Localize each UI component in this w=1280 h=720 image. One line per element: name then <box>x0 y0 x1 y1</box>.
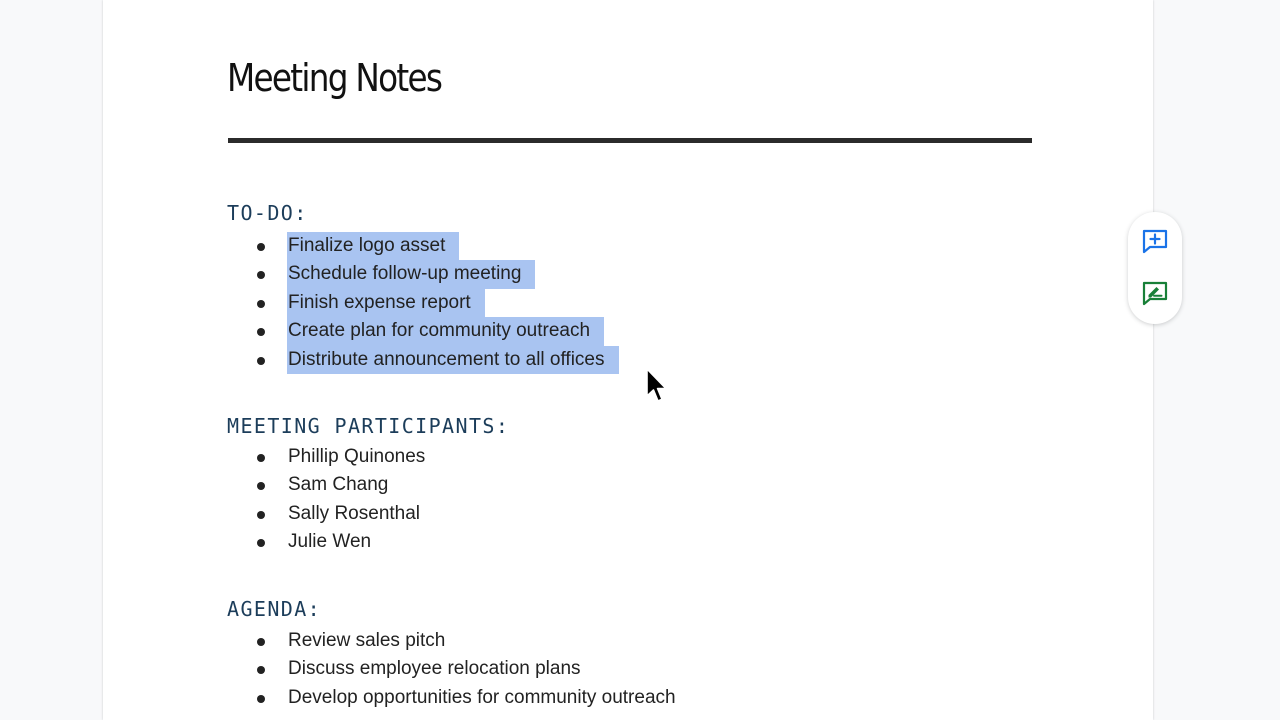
horizontal-rule <box>228 138 1032 143</box>
document-title[interactable]: Meeting Notes <box>227 56 443 100</box>
add-comment-icon <box>1142 229 1168 254</box>
bullet-icon <box>257 539 265 548</box>
bullet-icon <box>257 271 265 280</box>
suggest-edits-icon <box>1142 281 1168 306</box>
mouse-cursor-icon <box>646 368 667 402</box>
bullet-icon <box>257 510 265 519</box>
document-page[interactable]: Meeting Notes TO-DO: Finalize logo asset… <box>103 0 1153 720</box>
side-actions-panel <box>1128 212 1182 324</box>
bullet-icon <box>257 356 265 365</box>
add-comment-button[interactable] <box>1141 227 1169 255</box>
suggest-edits-button[interactable] <box>1141 279 1169 307</box>
bullet-icon <box>257 482 265 491</box>
bullet-icon <box>257 694 265 703</box>
agenda-heading[interactable]: AGENDA: <box>227 597 321 621</box>
bullet-icon <box>257 454 265 462</box>
bullet-icon <box>257 638 265 646</box>
participants-heading[interactable]: MEETING PARTICIPANTS: <box>227 414 509 438</box>
bullet-icon <box>257 666 265 675</box>
bullet-icon <box>257 328 265 337</box>
bullet-icon <box>257 299 265 308</box>
todo-heading[interactable]: TO-DO: <box>227 201 308 225</box>
bullet-icon <box>257 243 265 251</box>
